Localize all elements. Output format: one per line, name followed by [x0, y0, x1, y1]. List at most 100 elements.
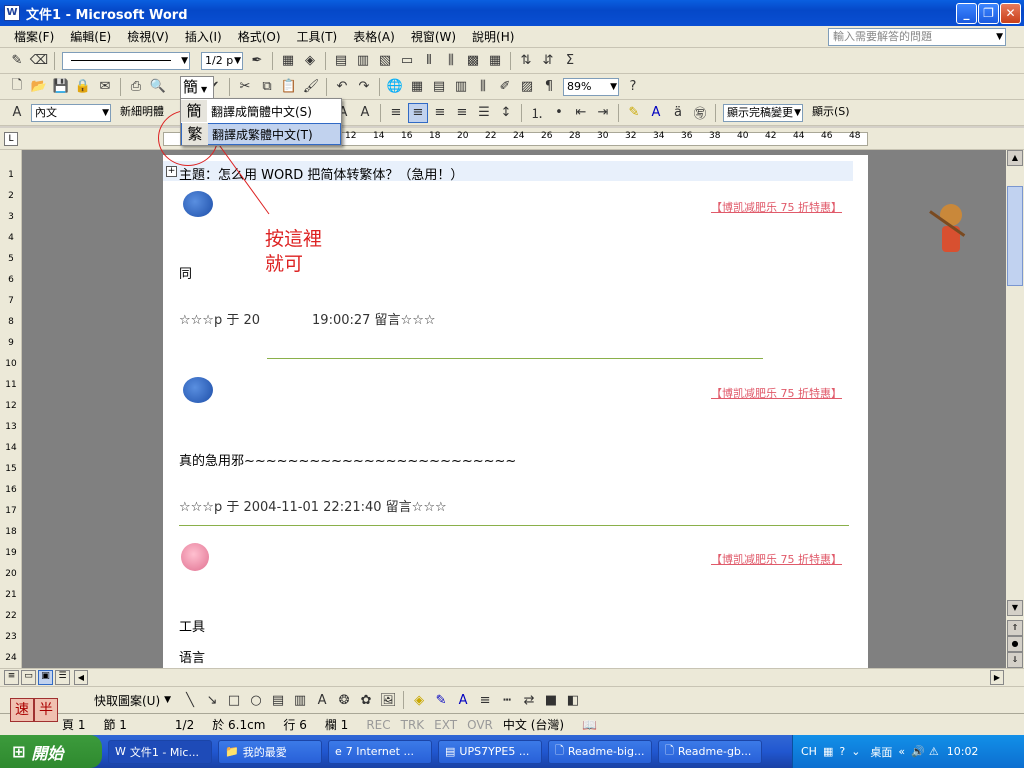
textbox-icon[interactable]: ▤: [268, 690, 288, 710]
volume-icon[interactable]: 🔊: [911, 745, 925, 758]
office-assistant-monkey[interactable]: [929, 204, 970, 266]
print-icon[interactable]: ⎙: [126, 77, 146, 97]
normal-view-icon[interactable]: ≡: [4, 670, 19, 685]
status-language[interactable]: 中文 (台灣): [503, 716, 564, 733]
char-scale-icon[interactable]: A: [355, 103, 375, 123]
insert-excel-icon[interactable]: ▥: [451, 77, 471, 97]
ime-half-width-button[interactable]: 半: [34, 698, 58, 722]
previous-page-button[interactable]: ⇑: [1007, 620, 1023, 636]
eraser-icon[interactable]: ⌫: [29, 51, 49, 71]
line-spacing-icon[interactable]: ↕: [496, 103, 516, 123]
close-button[interactable]: ✕: [1000, 3, 1021, 24]
outline-view-icon[interactable]: ☰: [55, 670, 70, 685]
columns-icon[interactable]: ⫼: [473, 77, 493, 97]
picture-icon[interactable]: 🖼: [378, 690, 398, 710]
redo-icon[interactable]: ↷: [354, 77, 374, 97]
task-word[interactable]: W 文件1 - Mic...: [108, 739, 212, 764]
line-style-select[interactable]: ▼: [62, 51, 190, 70]
permission-icon[interactable]: 🔒: [73, 77, 93, 97]
borders-icon[interactable]: ▦: [278, 51, 298, 71]
status-trk[interactable]: TRK: [401, 718, 425, 732]
font-color-icon[interactable]: A: [453, 690, 473, 710]
increase-indent-icon[interactable]: ⇥: [593, 103, 613, 123]
menu-file[interactable]: 檔案(F): [0, 28, 62, 45]
shadow-icon[interactable]: ■: [541, 690, 561, 710]
paste-icon[interactable]: 📋: [279, 77, 299, 97]
minimize-button[interactable]: _: [956, 3, 977, 24]
vertical-ruler[interactable]: 1 2 3 4 5 6 7 8 9 10 11 12 13 14 15 16 1…: [0, 150, 22, 668]
horizontal-scrollbar[interactable]: ≡ ▭ ▣ ☰ ◀ ▶: [0, 668, 1024, 686]
tables-borders-icon[interactable]: ▦: [407, 77, 427, 97]
chevron-down-icon[interactable]: ▼: [201, 85, 207, 94]
highlight-icon[interactable]: ✎: [624, 103, 644, 123]
table-move-icon[interactable]: +: [166, 166, 177, 177]
line-icon[interactable]: ╲: [180, 690, 200, 710]
distribute-columns-icon[interactable]: ⫼: [441, 51, 461, 71]
wordart-icon[interactable]: A: [312, 690, 332, 710]
merge-cells-icon[interactable]: ▥: [353, 51, 373, 71]
autosum-icon[interactable]: Σ: [560, 51, 580, 71]
styles-icon[interactable]: A: [7, 103, 27, 123]
show-hide-icon[interactable]: ¶: [539, 77, 559, 97]
chinese-translation-button[interactable]: 簡 ▼: [180, 76, 214, 98]
ime-icon[interactable]: ▦: [823, 745, 833, 758]
table-grid-icon[interactable]: ▦: [485, 51, 505, 71]
chevron-down-icon[interactable]: ▼: [234, 53, 241, 69]
menu-insert[interactable]: 插入(I): [177, 28, 230, 45]
display-markup-select[interactable]: 顯示完稿變更 ▼: [723, 103, 803, 122]
document-area[interactable]: + 主題：怎么用 WORD 把简体转繁体？（急用！） 【博凯减肥乐 75 折特惠…: [22, 150, 1006, 668]
line-style-icon[interactable]: ≡: [475, 690, 495, 710]
border-color-icon[interactable]: ✒: [247, 51, 267, 71]
task-ups[interactable]: ▤ UPS7YPE5 ...: [438, 739, 542, 764]
show-menu-button[interactable]: 顯示(S): [809, 104, 859, 122]
align-justify-icon[interactable]: ≡: [386, 103, 406, 123]
print-preview-icon[interactable]: 🔍: [148, 77, 168, 97]
shading-color-icon[interactable]: ◈: [300, 51, 320, 71]
next-page-button[interactable]: ⇓: [1007, 652, 1023, 668]
tab-selector[interactable]: L: [4, 132, 18, 146]
print-layout-icon[interactable]: ▣: [38, 670, 53, 685]
horizontal-ruler[interactable]: L 12 14 16 18 20 22 24 26 28 30 32 34 36…: [0, 128, 1024, 150]
email-icon[interactable]: ✉: [95, 77, 115, 97]
chevron-down-icon[interactable]: ▼: [164, 695, 171, 705]
task-readme-gb[interactable]: 🗋 Readme-gb...: [658, 739, 762, 764]
pencil-icon[interactable]: ✎: [7, 51, 27, 71]
drawing-icon[interactable]: ✐: [495, 77, 515, 97]
task-internet[interactable]: e7 Internet ...: [328, 739, 432, 764]
start-button[interactable]: ⊞ 開始: [0, 735, 102, 768]
network-icon[interactable]: ⚠: [929, 745, 939, 758]
menu-table[interactable]: 表格(A): [345, 28, 403, 45]
enclose-characters-icon[interactable]: ㊢: [690, 103, 710, 123]
zoom-select[interactable]: 89% ▼: [563, 77, 619, 96]
line-color-icon[interactable]: ✎: [431, 690, 451, 710]
menu-tools[interactable]: 工具(T): [289, 28, 346, 45]
align-center-icon[interactable]: ≡: [430, 103, 450, 123]
phonetic-guide-icon[interactable]: ä: [668, 103, 688, 123]
ad-link-2[interactable]: 【博凯减肥乐 75 折特惠】: [711, 385, 842, 401]
menu-item-translate-traditional[interactable]: 繁 翻譯成繁體中文(T): [181, 123, 341, 145]
document-map-icon[interactable]: ▨: [517, 77, 537, 97]
rectangle-icon[interactable]: □: [224, 690, 244, 710]
scroll-left-button[interactable]: ◀: [74, 670, 88, 685]
browse-object-button[interactable]: ●: [1007, 636, 1023, 652]
undo-icon[interactable]: ↶: [332, 77, 352, 97]
insert-table-icon[interactable]: ▤: [331, 51, 351, 71]
ime-speed-button[interactable]: 速: [10, 698, 34, 722]
task-readme-big[interactable]: 🗋 Readme-big...: [548, 739, 652, 764]
decrease-indent-icon[interactable]: ⇤: [571, 103, 591, 123]
status-rec[interactable]: REC: [366, 718, 390, 732]
arrow-icon[interactable]: ↘: [202, 690, 222, 710]
chevron-down-icon[interactable]: ⌄: [851, 745, 860, 758]
align-cells-icon[interactable]: ▭: [397, 51, 417, 71]
scroll-thumb[interactable]: [1007, 186, 1023, 286]
distribute-rows-icon[interactable]: ⫴: [419, 51, 439, 71]
insert-table-icon[interactable]: ▤: [429, 77, 449, 97]
menu-help[interactable]: 說明(H): [464, 28, 522, 45]
help-icon[interactable]: ?: [623, 77, 643, 97]
tray-desktop[interactable]: 桌面: [870, 744, 892, 760]
menu-window[interactable]: 視窗(W): [403, 28, 464, 45]
diagram-icon[interactable]: ❂: [334, 690, 354, 710]
chevron-down-icon[interactable]: ▼: [996, 29, 1003, 45]
format-painter-icon[interactable]: 🖌: [301, 77, 321, 97]
help-icon[interactable]: ?: [839, 745, 845, 758]
